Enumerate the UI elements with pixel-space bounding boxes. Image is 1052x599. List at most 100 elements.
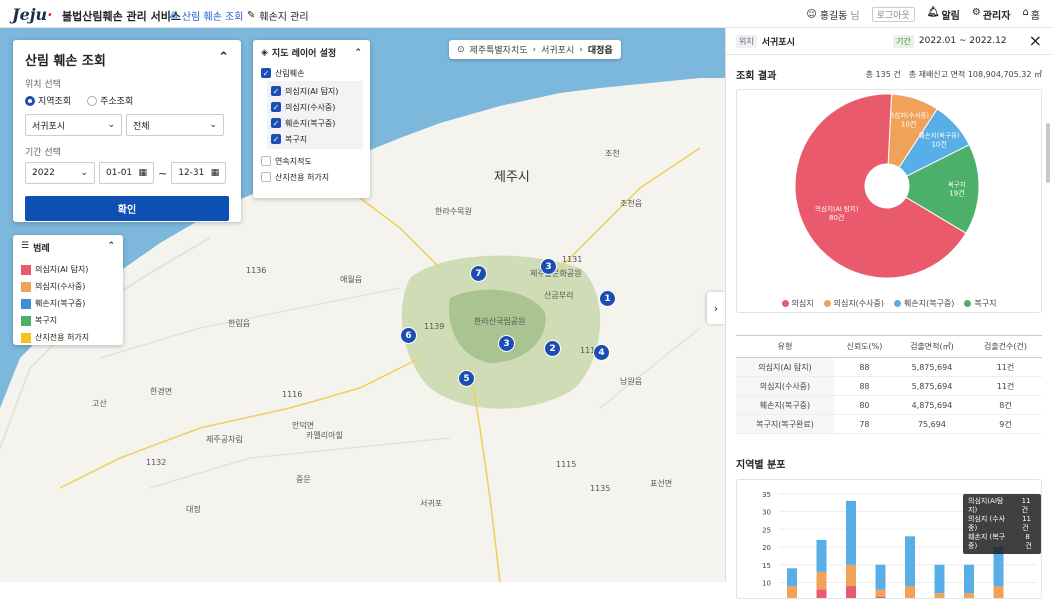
region-title: 지역별 분포 <box>736 460 786 471</box>
nav-damage-management[interactable]: ✎ 훼손지 관리 <box>247 8 309 23</box>
alarm-button[interactable]: 🔔︎ 알림 <box>927 7 960 22</box>
damage-marker[interactable]: 2 <box>544 340 561 357</box>
bar-segment[interactable] <box>846 500 856 565</box>
admin-button[interactable]: ⚙ 관리자 <box>972 7 1011 22</box>
legend-item: 의심지(수사중) <box>21 278 115 295</box>
y-tick-label: 15 <box>762 562 771 570</box>
damage-marker[interactable]: 3 <box>540 258 557 275</box>
collapse-icon[interactable]: ⌃ <box>218 50 229 69</box>
damage-marker[interactable]: 7 <box>470 265 487 282</box>
user-icon: ☺ <box>806 9 817 20</box>
home-button[interactable]: ⌂ 홈 <box>1022 7 1040 22</box>
bar-segment[interactable] <box>846 586 856 599</box>
district-select[interactable]: 전체 ⌄ <box>126 114 224 136</box>
legend-item: 복구지 <box>21 312 115 329</box>
close-icon[interactable]: × <box>1029 33 1042 49</box>
user-menu[interactable]: ☺ 홍길동 님 <box>806 7 859 22</box>
legend-title: 범례 <box>33 244 50 254</box>
city-select[interactable]: 서귀포시 ⌄ <box>25 114 122 136</box>
pie-slice-label: 훼손지(복구중) <box>919 130 960 139</box>
collapse-icon[interactable]: ⌃ <box>354 48 362 58</box>
period-tag: 기간 <box>893 34 914 48</box>
pie-chart: 의심지(수사중)10건훼손지(복구중)10건복구지19건의심지(AI 탐지)80… <box>794 93 980 279</box>
result-period: 2022.01 ~ 2022.12 <box>918 36 1007 46</box>
bar-segment[interactable] <box>964 564 974 594</box>
end-date-input[interactable]: 12-31 ▦ <box>171 162 227 184</box>
user-name: 홍길동 <box>819 11 848 22</box>
bar-segment[interactable] <box>934 593 945 599</box>
y-tick-label: 35 <box>762 491 771 499</box>
table-row[interactable]: 복구지(복구완료) 78 75,694 9건 <box>736 414 1042 434</box>
jeju-logo[interactable]: Jeju· <box>12 5 53 24</box>
layer-item[interactable]: 산지전용 허가지 <box>261 169 362 185</box>
bar-segment[interactable] <box>787 586 797 599</box>
location-tag: 위치 <box>736 34 757 48</box>
damage-marker[interactable]: 1 <box>599 290 616 307</box>
search-panel-title: 산림 훼손 조회 <box>25 54 106 69</box>
legend-item: 훼손지(복구중) <box>21 295 115 312</box>
bar-segment[interactable] <box>993 586 1004 599</box>
radio-address[interactable]: 주소조회 <box>87 94 133 107</box>
place-label: 카멜리아힐 <box>306 431 343 440</box>
table-row[interactable]: 의심지(AI 탐지) 88 5,875,694 11건 <box>736 357 1042 377</box>
pie-slice-value: 10건 <box>931 139 946 148</box>
bar-segment[interactable] <box>787 568 797 587</box>
scrollbar[interactable] <box>1046 123 1050 183</box>
collapse-icon[interactable]: ⌃ <box>107 241 115 254</box>
table-header: 신뢰도(%) <box>833 335 895 358</box>
top-header: Jeju· 불법산림훼손 관리 서비스 ⟁ 산림 훼손 조회 ✎ 훼손지 관리 ☺ … <box>0 0 1052 28</box>
bar-segment[interactable] <box>875 589 886 597</box>
damage-marker[interactable]: 6 <box>400 327 417 344</box>
pie-legend-item: 의심지 <box>781 298 814 309</box>
layer-group-forest-damage[interactable]: ✓ 산림훼손 <box>261 65 362 81</box>
damage-marker[interactable]: 3 <box>498 335 515 352</box>
bar-segment[interactable] <box>816 571 827 590</box>
logout-button[interactable]: 로그아웃 <box>871 7 915 22</box>
layer-item[interactable]: ✓ 복구지 <box>271 131 359 147</box>
damage-marker[interactable]: 4 <box>593 344 610 361</box>
bar-segment[interactable] <box>816 539 827 572</box>
place-label: 한라수목원 <box>435 207 472 216</box>
breadcrumb-item[interactable]: 대정읍 <box>588 43 613 56</box>
bar-segment[interactable] <box>964 593 974 599</box>
radio-region[interactable]: 지역조회 <box>25 94 71 107</box>
layer-item[interactable]: ✓ 의심지(AI 탐지) <box>271 83 359 99</box>
layer-item[interactable]: ✓ 의심지(수사중) <box>271 99 359 115</box>
confirm-button[interactable]: 확인 <box>25 196 229 221</box>
breadcrumb-item[interactable]: 제주특별자치도 <box>470 43 528 56</box>
map-icon: ⟁ <box>169 10 178 21</box>
place-label: 제주공자림 <box>206 435 243 444</box>
bar-segment[interactable] <box>905 586 915 599</box>
chevron-down-icon: ⌄ <box>80 168 88 178</box>
breadcrumb-item[interactable]: 서귀포시 <box>541 43 574 56</box>
y-tick-label: 30 <box>762 509 771 517</box>
table-row[interactable]: 의심지(수사중) 88 5,875,694 11건 <box>736 376 1042 396</box>
place-label: 남원읍 <box>620 377 643 386</box>
bar-segment[interactable] <box>905 536 915 587</box>
nav-forest-damage-lookup[interactable]: ⟁ 산림 훼손 조회 <box>169 8 243 23</box>
list-icon: ☰ <box>21 241 30 251</box>
service-title: 불법산림훼손 관리 서비스 <box>62 10 181 23</box>
layer-item[interactable]: ✓ 훼손지(복구중) <box>271 115 359 131</box>
road-label: 1135 <box>590 484 611 493</box>
layer-panel: ◈ 지도 레이어 설정 ⌃ ✓ 산림훼손 ✓ 의심지(AI 탐지) ✓ 의심지(수사중) … <box>253 40 370 198</box>
pie-slice-value: 19건 <box>949 189 964 198</box>
bar-segment[interactable] <box>816 589 827 599</box>
year-select[interactable]: 2022 ⌄ <box>25 162 95 184</box>
start-date-input[interactable]: 01-01 ▦ <box>99 162 154 184</box>
table-row[interactable]: 훼손지(복구중) 80 4,875,694 8건 <box>736 395 1042 415</box>
layer-item[interactable]: 연속지적도 <box>261 153 362 169</box>
location-label: 위치 선택 <box>25 80 61 90</box>
pie-legend-item: 복구지 <box>964 298 997 309</box>
pie-legend-item: 훼손지(복구중) <box>894 298 954 309</box>
place-label: 서귀포 <box>420 499 443 508</box>
y-tick-label: 10 <box>762 580 771 588</box>
damage-marker[interactable]: 5 <box>458 370 475 387</box>
bar-segment[interactable] <box>934 564 945 594</box>
bar-segment[interactable] <box>875 564 886 590</box>
gear-icon: ⚙ <box>971 7 981 18</box>
bar-segment[interactable] <box>846 564 856 587</box>
pie-slice-value: 10건 <box>901 119 916 128</box>
result-location: 서귀포시 <box>761 37 795 48</box>
panel-toggle-button[interactable]: › <box>707 292 725 324</box>
